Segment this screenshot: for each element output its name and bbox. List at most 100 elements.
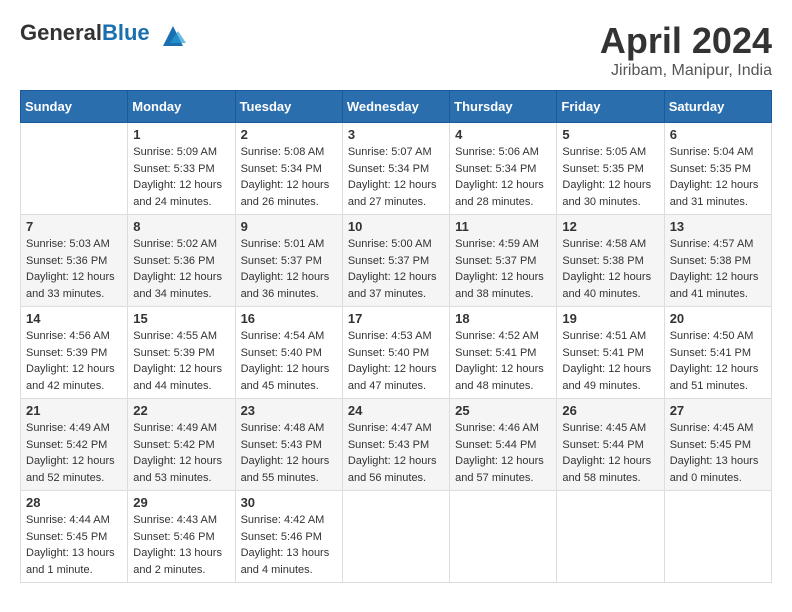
day-number: 10 (348, 219, 444, 234)
title-block: April 2024 Jiribam, Manipur, India (600, 20, 772, 80)
day-number: 7 (26, 219, 122, 234)
day-info: Sunrise: 4:58 AM Sunset: 5:38 PM Dayligh… (562, 236, 658, 302)
day-info: Sunrise: 4:54 AM Sunset: 5:40 PM Dayligh… (241, 328, 337, 394)
day-info: Sunrise: 4:43 AM Sunset: 5:46 PM Dayligh… (133, 512, 229, 578)
day-info: Sunrise: 4:48 AM Sunset: 5:43 PM Dayligh… (241, 420, 337, 486)
calendar-cell: 15 Sunrise: 4:55 AM Sunset: 5:39 PM Dayli… (128, 307, 235, 399)
day-info: Sunrise: 4:56 AM Sunset: 5:39 PM Dayligh… (26, 328, 122, 394)
calendar-week-row: 28Sunrise: 4:44 AM Sunset: 5:45 PM Dayli… (21, 491, 772, 583)
logo-blue: Blue (102, 20, 150, 45)
calendar-cell: 2 Sunrise: 5:08 AM Sunset: 5:34 PM Daylig… (235, 123, 342, 215)
logo-general: General (20, 20, 102, 45)
calendar-cell: 23 Sunrise: 4:48 AM Sunset: 5:43 PM Dayli… (235, 399, 342, 491)
day-number: 12 (562, 219, 658, 234)
calendar-cell: 10 Sunrise: 5:00 AM Sunset: 5:37 PM Dayli… (342, 215, 449, 307)
day-number: 20 (670, 311, 766, 326)
day-info: Sunrise: 4:46 AM Sunset: 5:44 PM Dayligh… (455, 420, 551, 486)
calendar-cell: 17Sunrise: 4:53 AM Sunset: 5:40 PM Dayli… (342, 307, 449, 399)
day-info: Sunrise: 5:05 AM Sunset: 5:35 PM Dayligh… (562, 144, 658, 210)
weekday-header-thursday: Thursday (450, 91, 557, 123)
calendar-cell: 9Sunrise: 5:01 AM Sunset: 5:37 PM Daylig… (235, 215, 342, 307)
calendar-table: SundayMondayTuesdayWednesdayThursdayFrid… (20, 90, 772, 583)
day-number: 18 (455, 311, 551, 326)
day-number: 13 (670, 219, 766, 234)
day-number: 23 (241, 403, 337, 418)
location: Jiribam, Manipur, India (600, 62, 772, 80)
calendar-cell: 24 Sunrise: 4:47 AM Sunset: 5:43 PM Dayli… (342, 399, 449, 491)
day-info: Sunrise: 4:49 AM Sunset: 5:42 PM Dayligh… (26, 420, 122, 486)
calendar-cell: 18 Sunrise: 4:52 AM Sunset: 5:41 PM Dayli… (450, 307, 557, 399)
logo: GeneralBlue (20, 20, 188, 51)
day-info: Sunrise: 4:45 AM Sunset: 5:44 PM Dayligh… (562, 420, 658, 486)
calendar-cell: 5 Sunrise: 5:05 AM Sunset: 5:35 PM Daylig… (557, 123, 664, 215)
day-number: 15 (133, 311, 229, 326)
calendar-week-row: 7Sunrise: 5:03 AM Sunset: 5:36 PM Daylig… (21, 215, 772, 307)
day-number: 28 (26, 495, 122, 510)
day-number: 4 (455, 127, 551, 142)
day-info: Sunrise: 5:08 AM Sunset: 5:34 PM Dayligh… (241, 144, 337, 210)
day-info: Sunrise: 5:07 AM Sunset: 5:34 PM Dayligh… (348, 144, 444, 210)
calendar-cell (342, 491, 449, 583)
day-number: 30 (241, 495, 337, 510)
calendar-week-row: 21 Sunrise: 4:49 AM Sunset: 5:42 PM Dayli… (21, 399, 772, 491)
calendar-cell: 19Sunrise: 4:51 AM Sunset: 5:41 PM Dayli… (557, 307, 664, 399)
calendar-cell: 30 Sunrise: 4:42 AM Sunset: 5:46 PM Dayli… (235, 491, 342, 583)
calendar-cell: 20 Sunrise: 4:50 AM Sunset: 5:41 PM Dayli… (664, 307, 771, 399)
calendar-cell: 22Sunrise: 4:49 AM Sunset: 5:42 PM Dayli… (128, 399, 235, 491)
day-info: Sunrise: 5:02 AM Sunset: 5:36 PM Dayligh… (133, 236, 229, 302)
day-info: Sunrise: 5:00 AM Sunset: 5:37 PM Dayligh… (348, 236, 444, 302)
day-info: Sunrise: 4:42 AM Sunset: 5:46 PM Dayligh… (241, 512, 337, 578)
day-number: 29 (133, 495, 229, 510)
day-info: Sunrise: 5:04 AM Sunset: 5:35 PM Dayligh… (670, 144, 766, 210)
calendar-cell: 12 Sunrise: 4:58 AM Sunset: 5:38 PM Dayli… (557, 215, 664, 307)
month-title: April 2024 (600, 20, 772, 62)
calendar-cell: 4 Sunrise: 5:06 AM Sunset: 5:34 PM Daylig… (450, 123, 557, 215)
calendar-cell: 25 Sunrise: 4:46 AM Sunset: 5:44 PM Dayli… (450, 399, 557, 491)
calendar-cell: 16 Sunrise: 4:54 AM Sunset: 5:40 PM Dayli… (235, 307, 342, 399)
day-number: 11 (455, 219, 551, 234)
day-number: 3 (348, 127, 444, 142)
day-number: 24 (348, 403, 444, 418)
calendar-cell (21, 123, 128, 215)
calendar-cell: 26 Sunrise: 4:45 AM Sunset: 5:44 PM Dayli… (557, 399, 664, 491)
day-number: 19 (562, 311, 658, 326)
logo-text: GeneralBlue (20, 20, 188, 51)
weekday-header-sunday: Sunday (21, 91, 128, 123)
day-info: Sunrise: 5:06 AM Sunset: 5:34 PM Dayligh… (455, 144, 551, 210)
day-info: Sunrise: 4:45 AM Sunset: 5:45 PM Dayligh… (670, 420, 766, 486)
day-info: Sunrise: 4:57 AM Sunset: 5:38 PM Dayligh… (670, 236, 766, 302)
day-info: Sunrise: 4:47 AM Sunset: 5:43 PM Dayligh… (348, 420, 444, 486)
day-number: 25 (455, 403, 551, 418)
day-info: Sunrise: 4:59 AM Sunset: 5:37 PM Dayligh… (455, 236, 551, 302)
weekday-header-row: SundayMondayTuesdayWednesdayThursdayFrid… (21, 91, 772, 123)
day-number: 5 (562, 127, 658, 142)
day-number: 16 (241, 311, 337, 326)
day-info: Sunrise: 5:09 AM Sunset: 5:33 PM Dayligh… (133, 144, 229, 210)
weekday-header-friday: Friday (557, 91, 664, 123)
calendar-cell: 14Sunrise: 4:56 AM Sunset: 5:39 PM Dayli… (21, 307, 128, 399)
day-info: Sunrise: 5:01 AM Sunset: 5:37 PM Dayligh… (241, 236, 337, 302)
calendar-cell: 13 Sunrise: 4:57 AM Sunset: 5:38 PM Dayli… (664, 215, 771, 307)
page-header: GeneralBlue April 2024 Jiribam, Manipur,… (20, 20, 772, 80)
calendar-cell: 7Sunrise: 5:03 AM Sunset: 5:36 PM Daylig… (21, 215, 128, 307)
weekday-header-monday: Monday (128, 91, 235, 123)
calendar-cell: 27 Sunrise: 4:45 AM Sunset: 5:45 PM Dayli… (664, 399, 771, 491)
day-info: Sunrise: 4:55 AM Sunset: 5:39 PM Dayligh… (133, 328, 229, 394)
weekday-header-tuesday: Tuesday (235, 91, 342, 123)
day-number: 2 (241, 127, 337, 142)
calendar-cell (557, 491, 664, 583)
calendar-cell: 8 Sunrise: 5:02 AM Sunset: 5:36 PM Daylig… (128, 215, 235, 307)
day-number: 21 (26, 403, 122, 418)
calendar-week-row: 14Sunrise: 4:56 AM Sunset: 5:39 PM Dayli… (21, 307, 772, 399)
day-number: 27 (670, 403, 766, 418)
calendar-cell: 21 Sunrise: 4:49 AM Sunset: 5:42 PM Dayli… (21, 399, 128, 491)
day-info: Sunrise: 4:50 AM Sunset: 5:41 PM Dayligh… (670, 328, 766, 394)
weekday-header-wednesday: Wednesday (342, 91, 449, 123)
day-info: Sunrise: 4:52 AM Sunset: 5:41 PM Dayligh… (455, 328, 551, 394)
day-number: 17 (348, 311, 444, 326)
day-number: 26 (562, 403, 658, 418)
calendar-cell (664, 491, 771, 583)
logo-icon (158, 21, 188, 51)
day-number: 8 (133, 219, 229, 234)
calendar-cell: 6Sunrise: 5:04 AM Sunset: 5:35 PM Daylig… (664, 123, 771, 215)
